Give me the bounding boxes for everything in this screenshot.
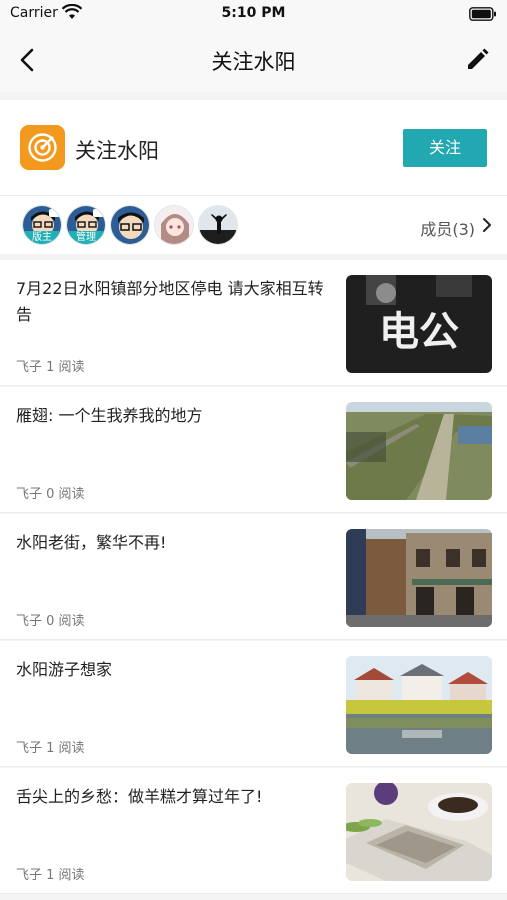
page-title: 关注水阳: [211, 50, 296, 74]
avatar-image: [155, 206, 193, 244]
article-item[interactable]: 雁翅: 一个生我养我的地方 飞子 0 阅读: [0, 387, 507, 513]
moderator-badge: 版主: [23, 231, 61, 244]
article-title: 水阳老街，繁华不再!: [16, 533, 167, 552]
members-row[interactable]: 版主 管理 成员(3): [0, 196, 507, 254]
pencil-icon: [468, 48, 489, 69]
status-bar: Carrier 5:10 PM: [0, 0, 507, 28]
group-logo: [20, 125, 65, 170]
article-author: 飞子: [16, 360, 43, 375]
article-thumbnail: [346, 783, 492, 881]
battery-icon: [469, 6, 497, 25]
article-item[interactable]: 7月22日水阳镇部分地区停电 请大家相互转告 飞子 1 阅读 电公: [0, 260, 507, 386]
article-reads: 1 阅读: [46, 741, 85, 756]
group-header: 关注水阳 关注: [0, 100, 507, 196]
status-time: 5:10 PM: [221, 5, 286, 21]
article-author: 飞子: [16, 487, 43, 502]
article-meta: 飞子 1 阅读: [16, 356, 85, 375]
article-reads: 1 阅读: [46, 868, 85, 883]
edit-button[interactable]: [461, 44, 493, 76]
article-author: 飞子: [16, 614, 43, 629]
article-title: 7月22日水阳镇部分地区停电 请大家相互转告: [16, 279, 324, 324]
article-meta: 飞子 1 阅读: [16, 864, 85, 883]
group-name: 关注水阳: [75, 139, 159, 163]
navigation-bar: 关注水阳: [0, 28, 507, 92]
article-item[interactable]: 舌尖上的乡愁：做羊糕才算过年了! 飞子 1 阅读: [0, 768, 507, 894]
follow-button[interactable]: 关注: [403, 129, 487, 167]
member-avatar[interactable]: [198, 205, 238, 245]
article-author: 飞子: [16, 741, 43, 756]
article-reads: 0 阅读: [46, 614, 85, 629]
article-thumbnail: [346, 656, 492, 754]
admin-badge: 管理: [67, 231, 105, 244]
article-reads: 1 阅读: [46, 360, 85, 375]
members-count-link[interactable]: 成员(3): [420, 216, 475, 240]
article-item[interactable]: 水阳老街，繁华不再! 飞子 0 阅读: [0, 514, 507, 640]
member-avatar[interactable]: [110, 205, 150, 245]
article-thumbnail: [346, 402, 492, 500]
article-title: 水阳游子想家: [16, 660, 113, 679]
article-reads: 0 阅读: [46, 487, 85, 502]
target-icon: [20, 125, 65, 170]
member-avatar[interactable]: 版主: [22, 205, 62, 245]
avatar-image: [199, 206, 237, 244]
article-meta: 飞子 0 阅读: [16, 483, 85, 502]
thumbnail-text: 电公: [379, 309, 459, 355]
article-meta: 飞子 0 阅读: [16, 610, 85, 629]
article-meta: 飞子 1 阅读: [16, 737, 85, 756]
article-thumbnail: 电公: [346, 275, 492, 373]
member-avatar[interactable]: 管理: [66, 205, 106, 245]
chevron-right-icon: [481, 216, 493, 238]
article-thumbnail: [346, 529, 492, 627]
article-title: 雁翅: 一个生我养我的地方: [16, 406, 203, 425]
avatar-image: [111, 206, 149, 244]
member-avatar[interactable]: [154, 205, 194, 245]
article-author: 飞子: [16, 868, 43, 883]
article-item[interactable]: 水阳游子想家 飞子 1 阅读: [0, 641, 507, 767]
article-title: 舌尖上的乡愁：做羊糕才算过年了!: [16, 787, 263, 806]
